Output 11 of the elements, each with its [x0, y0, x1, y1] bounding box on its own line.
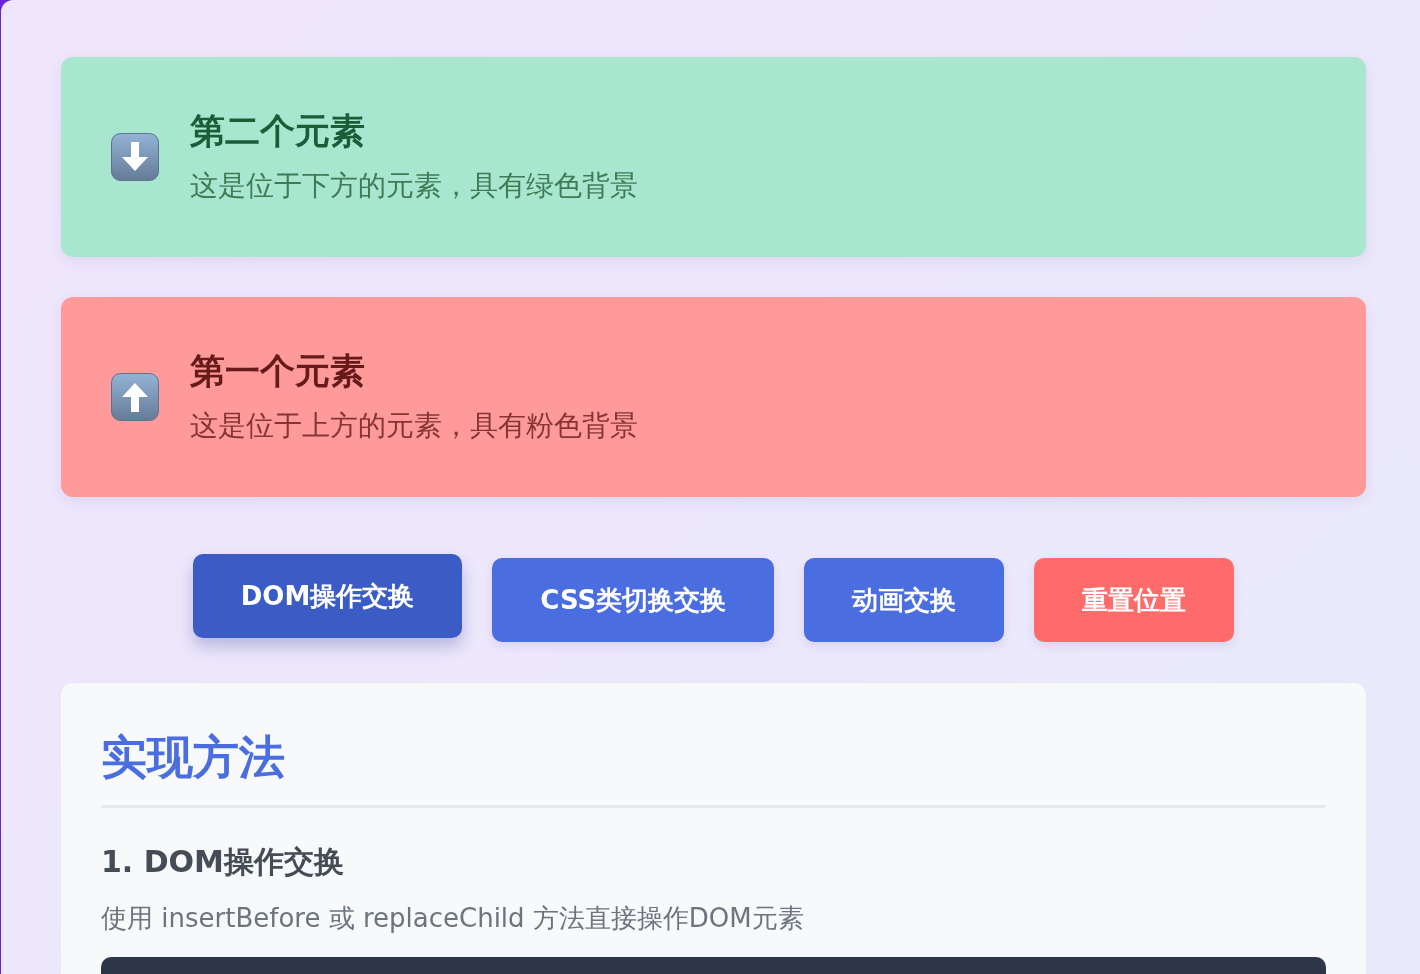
card-title: 第二个元素: [190, 110, 365, 153]
panel-heading: 实现方法: [101, 729, 285, 785]
section-title: 1. DOM操作交换: [101, 843, 344, 881]
section-description: 使用 insertBefore 或 replaceChild 方法直接操作DOM元素: [101, 902, 804, 935]
swap-button[interactable]: DOM操作交换: [192, 554, 463, 638]
card-description: 这是位于上方的元素，具有粉色背景: [190, 408, 638, 444]
swap-button[interactable]: CSS类切换交换: [492, 558, 775, 642]
card-description: 这是位于下方的元素，具有绿色背景: [190, 168, 638, 204]
swap-button[interactable]: 动画交换: [804, 558, 1005, 642]
reset-button[interactable]: 重置位置: [1034, 558, 1235, 642]
card-title: 第一个元素: [190, 350, 365, 393]
